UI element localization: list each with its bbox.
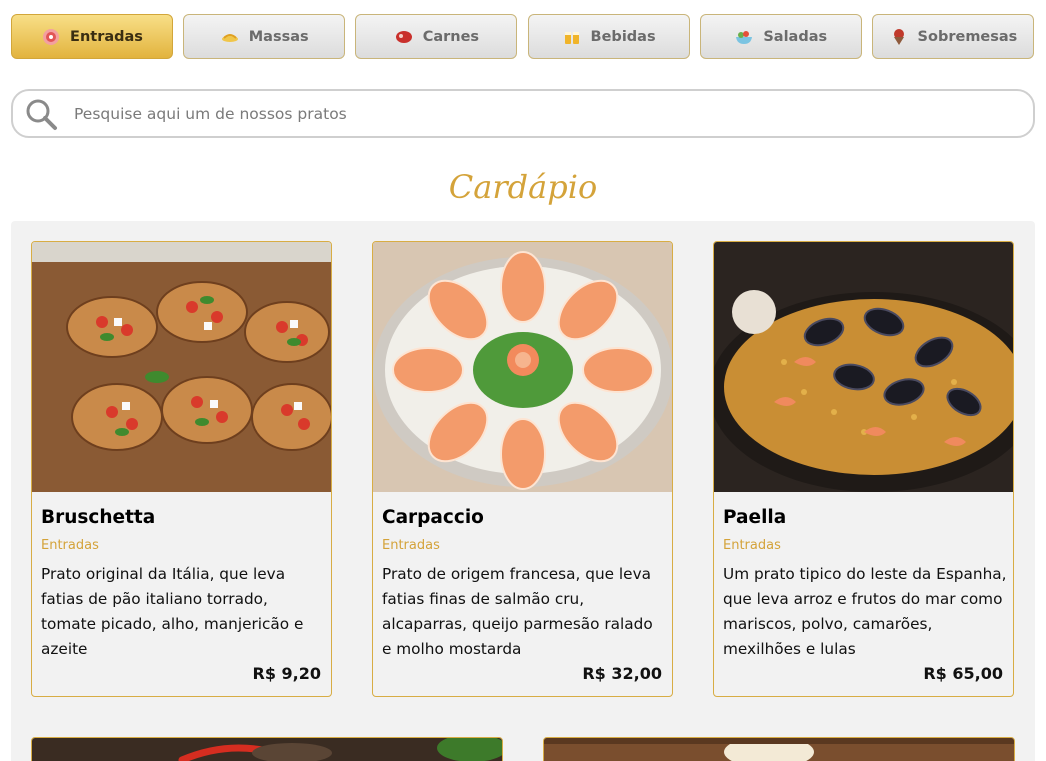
tab-sobremesas[interactable]: Sobremesas	[871, 14, 1034, 59]
meat-icon	[394, 27, 414, 47]
dessert-icon	[889, 27, 909, 47]
search-input[interactable]	[74, 104, 974, 123]
category-tabs: Entradas Massas Carnes Bebidas Saladas S…	[11, 14, 1034, 59]
dish-name: Carpaccio	[382, 507, 484, 528]
search-bar	[11, 89, 1035, 138]
starter-icon	[41, 27, 61, 47]
dish-category: Entradas	[41, 538, 99, 553]
dish-description: Prato de origem francesa, que leva fatia…	[382, 565, 653, 658]
dish-price: R$ 65,00	[923, 664, 1003, 683]
dish-card[interactable]: Carpaccio Entradas Prato de origem franc…	[372, 241, 673, 697]
dish-card[interactable]	[543, 737, 1015, 761]
dish-card[interactable]: Paella Entradas Um prato tipico do leste…	[713, 241, 1014, 697]
tab-saladas[interactable]: Saladas	[699, 14, 862, 59]
dish-category: Entradas	[382, 538, 440, 553]
dish-price: R$ 32,00	[582, 664, 662, 683]
pasta-icon	[220, 27, 240, 47]
tab-massas[interactable]: Massas	[183, 14, 346, 59]
dish-image-bruschetta	[32, 242, 331, 492]
dish-card[interactable]	[31, 737, 503, 761]
page-title: Cardápio	[448, 168, 598, 206]
tab-label: Sobremesas	[917, 28, 1018, 45]
tab-bebidas[interactable]: Bebidas	[527, 14, 690, 59]
dish-image	[32, 738, 502, 761]
dish-category: Entradas	[723, 538, 781, 553]
dish-image	[544, 738, 1014, 761]
tab-entradas[interactable]: Entradas	[11, 14, 173, 59]
dish-name: Paella	[723, 507, 787, 528]
tab-label: Entradas	[70, 28, 143, 45]
dish-description: Prato original da Itália, que leva fatia…	[41, 565, 304, 658]
dish-description: Um prato tipico do leste da Espanha, que…	[723, 565, 1007, 658]
dish-name: Bruschetta	[41, 507, 156, 528]
salad-icon	[734, 27, 754, 47]
tab-carnes[interactable]: Carnes	[355, 14, 518, 59]
drinks-icon	[562, 27, 582, 47]
dish-image-paella	[714, 242, 1013, 492]
tab-label: Bebidas	[590, 28, 656, 45]
dish-price: R$ 9,20	[252, 664, 322, 683]
tab-label: Carnes	[422, 28, 480, 45]
tab-label: Saladas	[763, 28, 828, 45]
tab-label: Massas	[248, 28, 309, 45]
search-icon[interactable]	[21, 94, 61, 134]
dish-image-carpaccio	[373, 242, 672, 492]
dish-card[interactable]: Bruschetta Entradas Prato original da It…	[31, 241, 332, 697]
